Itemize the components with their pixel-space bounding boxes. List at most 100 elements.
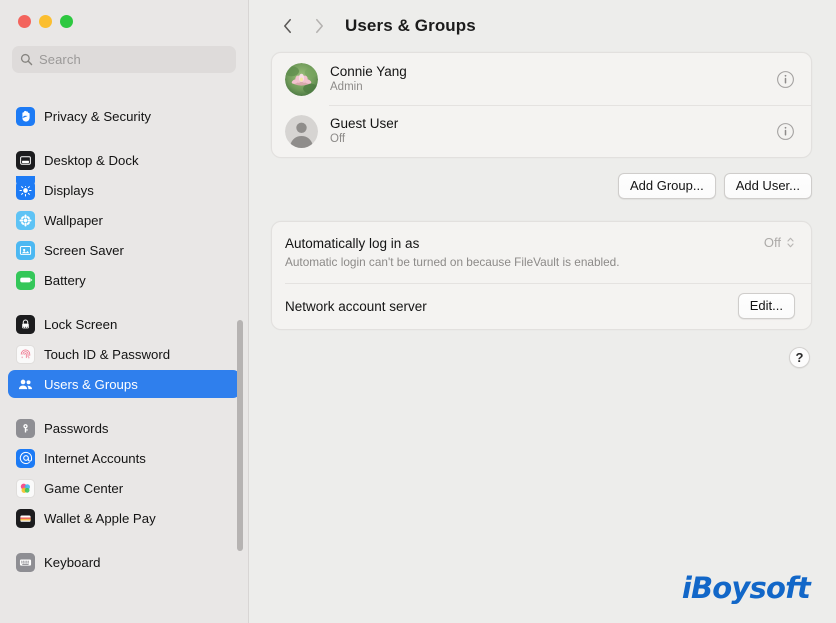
search-placeholder: Search: [39, 52, 81, 67]
auto-login-description: Automatic login can't be turned on becau…: [285, 255, 620, 269]
forward-button[interactable]: [303, 10, 335, 42]
user-info: Guest User Off: [330, 116, 776, 147]
add-user-button[interactable]: Add User...: [723, 173, 812, 199]
sidebar-item-label: Keyboard: [44, 554, 101, 570]
search-input[interactable]: Search: [12, 46, 236, 73]
sidebar-group-1: Privacy & Security: [0, 102, 248, 130]
zoom-button[interactable]: [60, 15, 73, 28]
user-role: Off: [330, 132, 346, 145]
sidebar-group-5: Keyboard: [0, 548, 248, 576]
auto-login-value: Off: [763, 235, 781, 250]
at-sign-icon: [16, 448, 35, 468]
toolbar: Users & Groups: [249, 0, 836, 52]
sidebar-item-partial[interactable]: [8, 176, 240, 190]
sidebar-item-label: Battery: [44, 272, 86, 288]
page-title: Users & Groups: [345, 16, 476, 35]
auto-login-row: Automatically log in as Automatic login …: [272, 222, 811, 283]
users-icon: [16, 375, 35, 394]
desktop-dock-icon: [16, 150, 35, 170]
sidebar-scrollbar[interactable]: [237, 320, 243, 551]
info-icon: [777, 70, 794, 88]
game-center-icon: [16, 478, 35, 498]
sidebar-item-wallpaper[interactable]: Wallpaper: [8, 206, 240, 234]
sidebar-item-label: Internet Accounts: [44, 450, 146, 466]
user-row-guest-user[interactable]: Guest User Off: [272, 105, 811, 157]
sidebar-item-label: Wallpaper: [44, 212, 103, 228]
help-button[interactable]: ?: [789, 347, 810, 368]
auto-login-text: Automatically log in as Automatic login …: [285, 234, 764, 271]
user-action-buttons: Add Group... Add User...: [271, 173, 812, 199]
keyboard-icon: [16, 552, 35, 572]
sidebar-item-label: Touch ID & Password: [44, 346, 171, 362]
sidebar-divider-4: [0, 534, 248, 548]
wallet-icon: [16, 508, 35, 528]
user-info-button-guest-user[interactable]: [776, 122, 795, 141]
chevron-up-down-icon: [787, 237, 794, 248]
sidebar-divider-1: [0, 132, 248, 146]
sidebar-scroll-area: Privacy & Security Desktop & Dock Displa…: [0, 88, 248, 623]
sidebar-item-internet-accounts[interactable]: Internet Accounts: [8, 444, 240, 472]
wallpaper-icon: [16, 210, 35, 230]
avatar-connie-yang: [285, 62, 318, 96]
sidebar-item-keyboard[interactable]: Keyboard: [8, 548, 240, 576]
system-settings-window: Search Privacy & Security Desktop & Dock…: [0, 0, 836, 623]
auto-login-title: Automatically log in as: [285, 236, 420, 251]
network-account-server-row: Network account server Edit...: [272, 283, 811, 329]
add-group-button[interactable]: Add Group...: [617, 173, 716, 199]
auto-login-popup[interactable]: Off: [764, 235, 795, 250]
hand-icon: [16, 106, 35, 126]
network-account-server-title: Network account server: [285, 298, 427, 314]
sidebar-item-users-groups[interactable]: Users & Groups: [8, 370, 240, 398]
sidebar-item-wallet-apple-pay[interactable]: Wallet & Apple Pay: [8, 504, 240, 532]
auto-login-control[interactable]: Off: [764, 234, 795, 250]
minimize-button[interactable]: [39, 15, 52, 28]
search-icon: [20, 53, 33, 66]
edit-network-account-server-button[interactable]: Edit...: [737, 293, 795, 319]
back-button[interactable]: [271, 10, 303, 42]
close-button[interactable]: [18, 15, 31, 28]
sidebar-group-2: Desktop & Dock Displays Wallpaper Screen…: [0, 146, 248, 294]
user-name: Guest User: [330, 115, 399, 131]
screen-saver-icon: [16, 240, 35, 260]
sidebar-item-privacy-security[interactable]: Privacy & Security: [8, 102, 240, 130]
sidebar-item-partial-row[interactable]: [8, 176, 240, 190]
search-container: Search: [0, 38, 248, 73]
sidebar-item-touch-id[interactable]: Touch ID & Password: [8, 340, 240, 368]
main-content: Users & Groups Connie Yang Admin Guest U…: [249, 0, 836, 623]
sidebar-divider-3: [0, 400, 248, 414]
users-list-card: Connie Yang Admin Guest User Off: [271, 52, 812, 158]
sidebar-item-label: Users & Groups: [44, 376, 138, 392]
sidebar-item-battery[interactable]: Battery: [8, 266, 240, 294]
avatar-guest-user: [285, 114, 318, 148]
sidebar-item-label: Screen Saver: [44, 242, 124, 258]
user-info-button-connie-yang[interactable]: [776, 70, 795, 89]
info-icon: [777, 122, 794, 140]
user-row-connie-yang[interactable]: Connie Yang Admin: [272, 53, 811, 105]
sidebar-item-screen-saver[interactable]: Screen Saver: [8, 236, 240, 264]
sidebar-item-label: Privacy & Security: [44, 108, 151, 124]
sidebar-item-label: Lock Screen: [44, 316, 118, 332]
network-account-server-control: Edit...: [737, 293, 795, 319]
network-account-server-text: Network account server: [285, 297, 738, 316]
battery-icon: [16, 270, 35, 290]
sidebar-item-label: Game Center: [44, 480, 124, 496]
sidebar-item-game-center[interactable]: Game Center: [8, 474, 240, 502]
sidebar-item-desktop-dock[interactable]: Desktop & Dock: [8, 146, 240, 174]
sidebar-group-3: Lock Screen Touch ID & Password Users & …: [0, 310, 248, 398]
sidebar-item-label: Desktop & Dock: [44, 152, 139, 168]
sidebar-group-4: Passwords Internet Accounts Game Center …: [0, 414, 248, 532]
user-info: Connie Yang Admin: [330, 64, 776, 95]
user-name: Connie Yang: [330, 63, 407, 79]
sidebar: Search Privacy & Security Desktop & Dock…: [0, 0, 249, 623]
sidebar-item-lock-screen[interactable]: Lock Screen: [8, 310, 240, 338]
chevron-left-icon: [283, 18, 291, 34]
sidebar-item-label: Wallet & Apple Pay: [44, 510, 156, 526]
window-controls: [0, 0, 248, 38]
sidebar-item-label: Passwords: [44, 420, 109, 436]
login-settings-card: Automatically log in as Automatic login …: [271, 221, 812, 330]
lock-icon: [16, 314, 35, 334]
partial-icon: [16, 176, 35, 186]
chevron-right-icon: [315, 18, 323, 34]
sidebar-item-passwords[interactable]: Passwords: [8, 414, 240, 442]
key-icon: [16, 418, 35, 438]
